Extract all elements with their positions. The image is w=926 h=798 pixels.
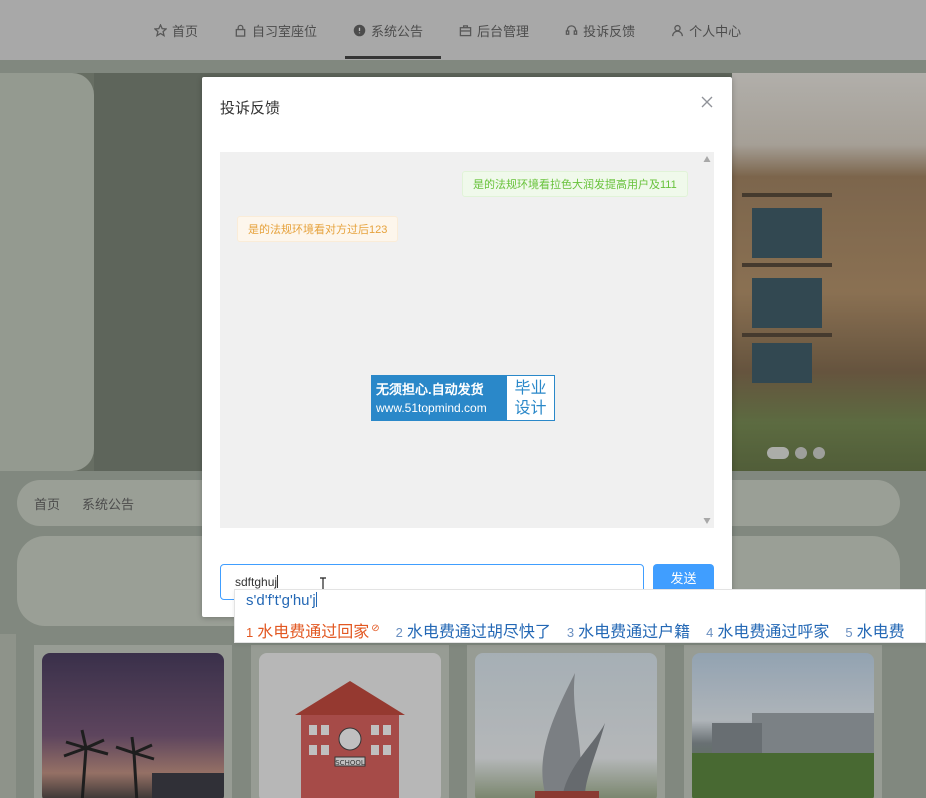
dialog-title: 投诉反馈	[220, 100, 281, 117]
ime-candidate[interactable]: 5 水电费	[845, 618, 904, 642]
ime-candidate-text: 水电费通过回家	[257, 624, 370, 641]
chat-message-received: 是的法规环境看对方过后123	[237, 216, 399, 242]
ime-candidate-number: 4	[706, 625, 714, 640]
scroll-down-arrow-icon[interactable]	[703, 518, 711, 524]
complaint-dialog: 投诉反馈 是的法规环境看拉色大润发提高用户及111 是的法规环境看对方过后123…	[202, 77, 732, 617]
ime-caret	[315, 592, 317, 607]
ime-candidate-text: 水电费通过户籍	[578, 624, 691, 641]
ime-candidate[interactable]: 3 水电费通过户籍	[567, 618, 690, 642]
ime-composition-text: s'd'f't'g'hu'j	[246, 592, 316, 609]
ime-candidate-text: 水电费通过胡尽快了	[406, 624, 551, 641]
ime-candidate-number: 5	[845, 625, 853, 640]
check-circle-icon: ⊘	[371, 623, 380, 634]
ime-candidate[interactable]: 4 水电费通过呼家	[706, 618, 829, 642]
ime-candidate-number: 3	[566, 625, 575, 640]
ime-candidate[interactable]: 2 水电费通过胡尽快了	[396, 618, 551, 642]
scroll-up-arrow-icon[interactable]	[703, 156, 711, 162]
chat-history[interactable]: 是的法规环境看拉色大润发提高用户及111 是的法规环境看对方过后123 无须担心…	[220, 152, 714, 528]
watermark-text: 无须担心.自动发货 www.51topmind.com	[372, 376, 507, 420]
message-input-value: sdftghuj	[235, 575, 278, 589]
ime-candidate[interactable]: 1 水电费通过回家 ⊘	[246, 618, 380, 642]
ime-candidate-number: 2	[395, 625, 403, 640]
ime-candidate-window: s'd'f't'g'hu'j 1 水电费通过回家 ⊘ 2 水电费通过胡尽快了 3…	[234, 589, 926, 643]
text-caret	[277, 575, 279, 588]
watermark-logo: 无须担心.自动发货 www.51topmind.com 毕业 设计	[371, 375, 555, 421]
watermark-line1: 无须担心.自动发货	[376, 382, 484, 397]
watermark-url: www.51topmind.com	[376, 401, 487, 415]
ime-candidate-list: 1 水电费通过回家 ⊘ 2 水电费通过胡尽快了 3 水电费通过户籍 4 水电费通…	[246, 618, 921, 642]
ime-candidate-number: 1	[246, 625, 254, 640]
close-icon[interactable]	[700, 95, 714, 109]
watermark-side: 毕业 设计	[507, 376, 554, 420]
watermark-side-bottom: 设计	[514, 400, 547, 417]
chat-scrollbar[interactable]	[700, 152, 714, 528]
ime-candidate-text: 水电费	[856, 624, 905, 641]
ime-composition: s'd'f't'g'hu'j	[246, 592, 317, 609]
ime-candidate-text: 水电费通过呼家	[717, 624, 830, 641]
watermark-side-top: 毕业	[514, 380, 547, 397]
chat-message-sent: 是的法规环境看拉色大润发提高用户及111	[462, 171, 688, 197]
